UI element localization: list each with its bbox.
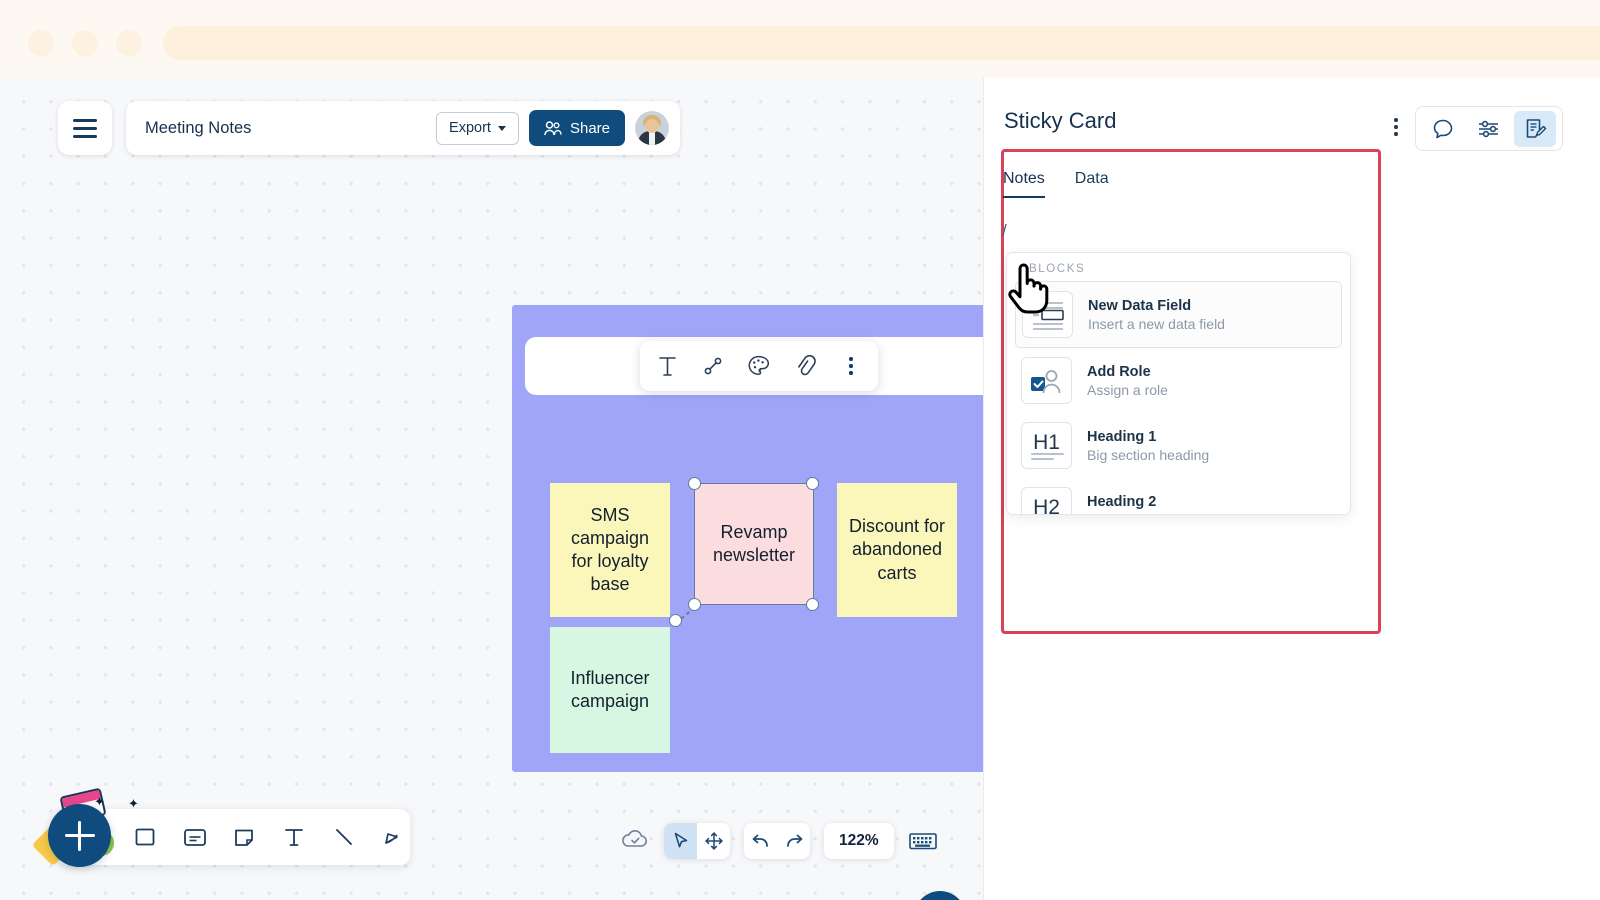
sticky-note-text: Discount for abandoned carts [848, 516, 946, 583]
resize-handle-bottom-left[interactable] [688, 598, 701, 611]
user-avatar[interactable] [635, 111, 669, 145]
chevron-down-icon [497, 125, 506, 131]
block-text: New Data Field Insert a new data field [1088, 298, 1225, 332]
comment-icon[interactable] [1422, 111, 1464, 147]
document-header: Meeting Notes Export Share [58, 101, 680, 155]
connector-line-icon[interactable] [697, 349, 729, 383]
history-group [744, 823, 810, 859]
add-element-button[interactable] [48, 804, 111, 867]
notes-edit-icon[interactable] [1514, 110, 1556, 147]
keyboard-icon[interactable] [908, 830, 938, 852]
browser-chrome-mock [0, 0, 1600, 78]
block-description: Medium section heading [1087, 512, 1239, 515]
block-description: Insert a new data field [1088, 315, 1225, 332]
view-controls: 122% [620, 823, 938, 859]
move-arrows-icon[interactable] [697, 823, 730, 859]
hamburger-menu-button[interactable] [58, 101, 112, 155]
sticky-note-tool[interactable] [227, 818, 261, 856]
export-button[interactable]: Export [436, 111, 519, 145]
hamburger-icon-bar [73, 118, 97, 122]
connector-endpoint-handle[interactable] [669, 614, 682, 627]
link-attachment-icon[interactable] [789, 349, 821, 383]
color-palette-icon[interactable] [743, 349, 775, 383]
avatar-face [645, 119, 659, 133]
avatar-shirt [649, 131, 655, 145]
hamburger-icon-bar [73, 134, 97, 138]
help-button[interactable]: ? [914, 891, 966, 900]
panel-tabs: Notes Data [1003, 170, 1109, 198]
card-tool[interactable] [178, 818, 212, 856]
block-title: Add Role [1087, 363, 1151, 380]
sticky-note-text: Influencer campaign [570, 667, 650, 711]
resize-handle-top-right[interactable] [806, 477, 819, 490]
resize-handle-top-left[interactable] [688, 477, 701, 490]
browser-dot-1 [28, 30, 54, 56]
sticky-note-revamp-selected[interactable]: Revamp newsletter [694, 483, 814, 605]
block-item-new-data-field[interactable]: New Data Field Insert a new data field [1015, 281, 1342, 348]
sticky-note-sms[interactable]: SMS campaign for loyalty base [550, 483, 670, 617]
sticky-card-side-panel: Sticky Card Notes Data / BLOCKS New Data… [983, 78, 1600, 900]
block-title: New Data Field [1088, 297, 1192, 314]
block-item-heading-2[interactable]: H2 Heading 2 Medium section heading [1007, 478, 1350, 515]
browser-dot-2 [72, 30, 98, 56]
sparkle-icon: ✦ [94, 794, 105, 809]
block-title: Heading 1 [1087, 428, 1157, 445]
settings-sliders-icon[interactable] [1468, 111, 1510, 147]
panel-title: Sticky Card [1004, 108, 1117, 133]
blocks-section-label: BLOCKS [1029, 263, 1086, 275]
block-title: Heading 2 [1087, 493, 1157, 510]
cloud-check-icon[interactable] [620, 828, 650, 855]
blocks-list: New Data Field Insert a new data field A… [1007, 281, 1350, 515]
block-item-heading-1[interactable]: H1 Heading 1 Big section heading [1007, 413, 1350, 478]
browser-url-bar[interactable] [163, 26, 1600, 60]
share-label: Share [569, 119, 610, 137]
block-text: Heading 1 Big section heading [1087, 429, 1209, 463]
block-description: Big section heading [1087, 446, 1210, 463]
block-item-add-role[interactable]: Add Role Assign a role [1007, 348, 1350, 413]
undo-arrow-icon[interactable] [744, 823, 777, 859]
browser-dot-3 [116, 30, 142, 56]
panel-icon-group [1415, 106, 1563, 151]
pointer-tool-group [664, 823, 730, 859]
sparkle-icon: ✦ [128, 796, 139, 811]
sticky-note-discount[interactable]: Discount for abandoned carts [837, 483, 957, 617]
hamburger-icon-bar [73, 126, 97, 130]
document-title[interactable]: Meeting Notes [145, 119, 426, 138]
role-checkbox-person-icon [1021, 357, 1072, 404]
share-button[interactable]: Share [528, 110, 625, 146]
notes-input-value[interactable]: / [1002, 221, 1007, 241]
text-icon[interactable] [651, 349, 683, 383]
pen-tool[interactable] [376, 818, 410, 856]
redo-arrow-icon[interactable] [777, 823, 810, 859]
block-text: Heading 2 Medium section heading [1087, 493, 1239, 515]
text-tool[interactable] [277, 818, 311, 856]
shape-square-tool[interactable] [128, 818, 162, 856]
data-field-icon [1022, 291, 1073, 338]
whiteboard-canvas[interactable]: Meeting Notes Export Share SMS campaign … [0, 78, 983, 900]
blocks-dropdown-menu: BLOCKS New Data Field Insert a new data [1006, 252, 1351, 515]
sticky-note-influencer[interactable]: Influencer campaign [550, 627, 670, 753]
sticky-note-text: SMS campaign for loyalty base [570, 504, 650, 595]
export-label: Export [449, 120, 491, 136]
kebab-dots [849, 357, 853, 375]
document-title-bar: Meeting Notes Export Share [126, 101, 680, 155]
zoom-level-display[interactable]: 122% [824, 823, 894, 859]
resize-handle-bottom-right[interactable] [806, 598, 819, 611]
more-options-icon[interactable] [835, 349, 867, 383]
tab-notes[interactable]: Notes [1003, 170, 1045, 198]
more-vertical-icon[interactable] [1394, 118, 1398, 136]
cursor-arrow-icon[interactable] [664, 823, 697, 859]
element-context-toolbar [640, 341, 878, 391]
block-text: Add Role Assign a role [1087, 364, 1168, 398]
heading-lines [1031, 450, 1064, 460]
line-tool[interactable] [327, 818, 361, 856]
block-description: Assign a role [1087, 381, 1168, 398]
heading-tag-label: H2 [1033, 496, 1060, 515]
heading-2-icon: H2 [1021, 487, 1072, 515]
sticky-note-text: Revamp newsletter [712, 521, 796, 565]
tab-data[interactable]: Data [1075, 170, 1109, 198]
heading-1-icon: H1 [1021, 422, 1072, 469]
people-icon [544, 120, 562, 135]
